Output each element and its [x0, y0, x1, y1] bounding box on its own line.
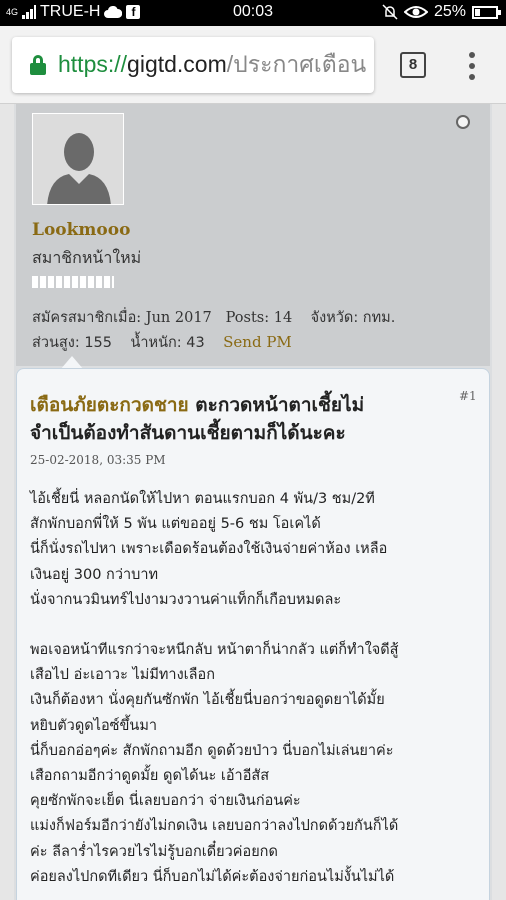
- post-number-link[interactable]: #1: [459, 389, 477, 403]
- battery-fill: [475, 8, 480, 16]
- title-line-2: จำเป็นต้องทำสันดานเชี้ยตามก็ได้นะคะ: [30, 422, 346, 444]
- url-scheme: https://: [58, 51, 128, 77]
- title-line-1: ตะกวดหน้าตาเชี้ยไม่: [188, 394, 365, 416]
- mute-bell-icon: [382, 4, 398, 20]
- user-profile-panel: Lookmooo สมาชิกหน้าใหม่ สมัครสมาชิกเมื่อ…: [16, 104, 490, 370]
- url-path: /ประกาศเตือน: [226, 51, 367, 77]
- battery-icon: [472, 5, 501, 19]
- post-line: สักพักบอกพี่ให้ 5 พัน แต่ขออยู่ 5-6 ชม โ…: [30, 516, 321, 533]
- page-content: Lookmooo สมาชิกหน้าใหม่ สมัครสมาชิกเมื่อ…: [0, 104, 506, 900]
- post-line: ค่อยลงไปกดทีเดียว นี่ก็บอกไม่ได้ค่ะต้องจ…: [30, 868, 395, 885]
- user-height: ส่วนสูง: 155: [32, 335, 113, 351]
- post-title: เตือนภัยตะกวดชาย ตะกวดหน้าตาเชี้ยไม่ จำเ…: [30, 391, 450, 447]
- online-status-icon: [456, 115, 470, 129]
- post-line: นั่งจากนวมินทร์ไปงามวงวานค่าแท็กก็เกือบห…: [30, 591, 342, 608]
- post-date: 25-02-2018, 03:35 PM: [30, 453, 166, 467]
- profile-meta-row-2: ส่วนสูง: 155 น้ำหนัก: 43 Send PM: [32, 331, 292, 354]
- post-line: พอเจอหน้าทีแรกว่าจะหนีกลับ หน้าตาก็น่ากล…: [30, 642, 399, 659]
- join-date: สมัครสมาชิกเมื่อ: Jun 2017: [32, 310, 212, 326]
- post-container: Lookmooo สมาชิกหน้าใหม่ สมัครสมาชิกเมื่อ…: [14, 104, 492, 900]
- post-line: เสือกถามอีกว่าดูดมั้ย ดูดได้นะ เอ้าอีสัส: [30, 768, 270, 785]
- post-line: คุยซักพักจะเย็ด นี่เลยบอกว่า จ่ายเงินก่อ…: [30, 793, 301, 810]
- post-line: ไอ้เชี้ยนี่ หลอกนัดให้ไปหา ตอนแรกบอก 4 พ…: [30, 491, 375, 507]
- default-user-icon: [33, 114, 123, 204]
- user-rank: สมาชิกหน้าใหม่: [32, 248, 142, 267]
- url-text[interactable]: https://gigtd.com/ประกาศเตือน: [58, 47, 366, 83]
- post-line: แม่งก็ฟอร์มอีกว่ายังไม่กดเงิน เลยบอกว่าล…: [30, 818, 399, 835]
- url-host: gigtd.com: [127, 51, 227, 77]
- post-line: เสือไป อ่ะเอาวะ ไม่มีทางเลือก: [30, 667, 215, 684]
- user-weight: น้ำหนัก: 43: [130, 335, 205, 351]
- battery-percent: 25%: [433, 3, 466, 20]
- status-right: 25%: [382, 3, 501, 21]
- post-line: เงินอยู่ 300 กว่าบาท: [30, 566, 159, 583]
- post-line: หยิบตัวดูดไอซ์ขึ้นมา: [30, 717, 158, 734]
- post-paragraph: ไอ้เชี้ยนี่ หลอกนัดให้ไปหา ตอนแรกบอก 4 พ…: [30, 487, 488, 613]
- tab-switcher-button[interactable]: 8: [400, 52, 426, 78]
- avatar[interactable]: [32, 113, 124, 205]
- post-message: #1 เตือนภัยตะกวดชาย ตะกวดหน้าตาเชี้ยไม่ …: [16, 368, 490, 900]
- lock-icon: [30, 55, 46, 75]
- eye-icon: [403, 6, 428, 18]
- province: จังหวัด: กทม.: [310, 310, 396, 326]
- title-prefix: เตือนภัยตะกวดชาย: [30, 394, 189, 416]
- profile-meta-row-1: สมัครสมาชิกเมื่อ: Jun 2017 Posts: 14 จัง…: [32, 306, 395, 329]
- post-paragraph: พอเจอหน้าทีแรกว่าจะหนีกลับ หน้าตาก็น่ากล…: [30, 638, 488, 890]
- send-pm-link[interactable]: Send PM: [223, 333, 292, 351]
- post-line: ค่ะ ลีลาร่ำไรควยไรไม่รู้บอกเดี๋ยวค่อยกด: [30, 843, 278, 860]
- reputation-bar: [32, 276, 114, 288]
- address-bar[interactable]: https://gigtd.com/ประกาศเตือน: [12, 37, 374, 93]
- post-body: ไอ้เชี้ยนี่ หลอกนัดให้ไปหา ตอนแรกบอก 4 พ…: [30, 487, 488, 890]
- browser-toolbar: https://gigtd.com/ประกาศเตือน 8: [0, 26, 506, 104]
- post-count: Posts: 14: [225, 310, 293, 326]
- post-line: นี่ก็บอกอ่อๆค่ะ สักพักถามอีก ดูดด้วยป่าว…: [30, 742, 394, 759]
- status-bar: 4G TRUE-H f 00:03 25%: [0, 0, 506, 26]
- overflow-menu-icon[interactable]: [466, 52, 478, 80]
- post-line: นี่ก็นั่งรถไปหา เพราะเดือดร้อนต้องใช้เงิ…: [30, 541, 388, 558]
- username-link[interactable]: Lookmooo: [32, 220, 130, 240]
- post-line: เงินก็ต้องหา นั่งคุยกันซักพัก ไอ้เชี้ยนี…: [30, 692, 385, 709]
